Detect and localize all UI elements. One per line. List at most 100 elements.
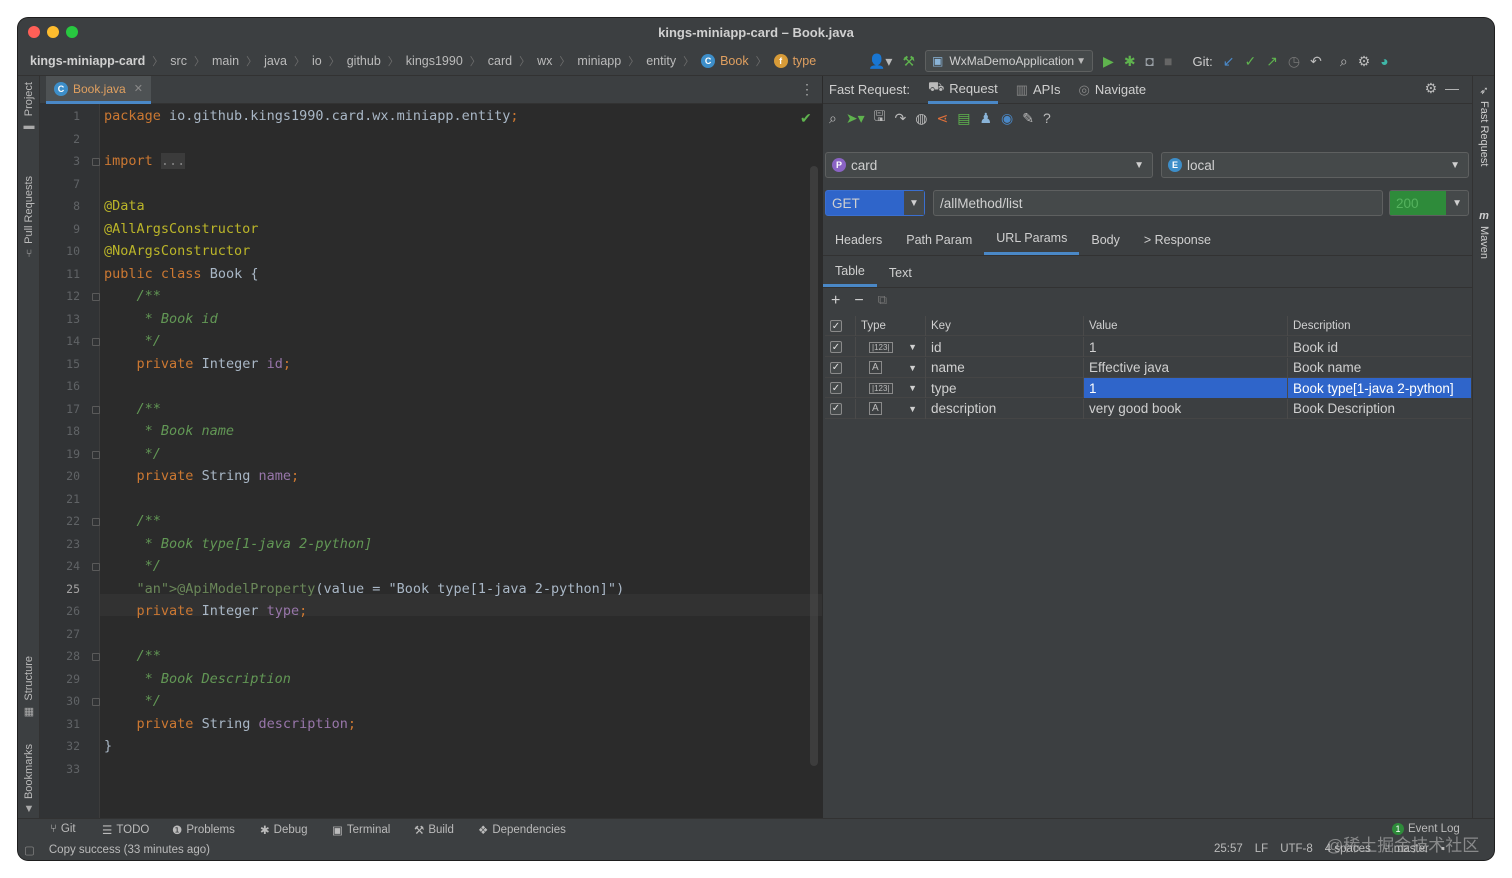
environment-icon[interactable]: ◉ [1001,110,1013,127]
stop-icon[interactable]: ■ [1164,53,1172,69]
panel-settings-gear-icon[interactable]: ⚙ — [1425,80,1459,97]
breadcrumb-item[interactable]: src [170,54,187,68]
bottom-tab-todo[interactable]: ☰ TODO [102,823,149,837]
code-line[interactable]: @Data [104,195,145,217]
select-all-checkbox[interactable]: ✓ [825,316,855,336]
bottom-tab-git[interactable]: ⑂ Git [50,823,76,835]
code-line[interactable]: * Book Description [104,668,291,690]
maven-tool-tab[interactable]: m Maven [1473,210,1494,259]
minimize-window-button[interactable] [47,26,59,38]
breadcrumb-item[interactable]: github [347,54,381,68]
fold-marker-icon[interactable] [92,293,100,301]
code-line[interactable]: */ [104,443,161,465]
breadcrumb-item[interactable]: entity [646,54,676,68]
share-icon[interactable]: ⋖ [937,110,949,127]
method-select[interactable]: GET ▼ [825,190,925,216]
table-row[interactable]: ✓ A ▼ description very good book Book Descrip… [825,398,1471,419]
type-select[interactable]: |123| ▼ [855,337,925,357]
type-select[interactable]: A ▼ [855,398,925,419]
search-icon[interactable]: ⌕ [1340,53,1348,70]
caret-position[interactable]: 25:57 [1214,843,1243,855]
git-commit-icon[interactable]: ✓ [1244,53,1256,70]
close-tab-icon[interactable]: ✕ [134,82,143,95]
column-header-value[interactable]: Value [1083,316,1287,336]
code-line[interactable]: */ [104,690,161,712]
tab-path-param[interactable]: Path Param [894,224,984,255]
git-rollback-icon[interactable]: ↶ [1310,53,1322,70]
bottom-tab-terminal[interactable]: ▣ Terminal [332,823,390,837]
breadcrumb-item[interactable]: main [212,54,239,68]
param-key[interactable]: id [925,337,1083,357]
breadcrumb-item[interactable]: kings1990 [406,54,463,68]
table-row[interactable]: ✓ |123| ▼ type 1 Book type[1-java 2-python] [825,378,1471,398]
param-value[interactable]: very good book [1083,398,1287,419]
code-line[interactable]: private Integer type; [104,600,308,622]
project-select[interactable]: P card ▼ [825,152,1153,178]
git-update-icon[interactable]: ↙ [1223,53,1235,70]
settings-gear-icon[interactable]: ⚙ [1358,53,1371,70]
fold-marker-icon[interactable] [92,698,100,706]
breadcrumb-project[interactable]: kings-miniapp-card [30,54,145,68]
wrench-icon[interactable]: ✎ [1022,110,1034,127]
send-request-icon[interactable]: ➤▾ [846,110,865,127]
column-header-key[interactable]: Key [925,316,1083,336]
tab-response[interactable]: > Response [1132,224,1223,255]
breadcrumb-item[interactable]: card [488,54,512,68]
copy-rows-icon[interactable]: ⧉ [878,292,887,310]
remove-row-icon[interactable]: − [854,292,863,310]
row-checkbox[interactable]: ✓ [825,378,855,398]
fold-marker-icon[interactable] [92,158,100,166]
file-encoding[interactable]: UTF-8 [1280,843,1313,855]
param-value[interactable]: Effective java [1083,357,1287,378]
tab-headers[interactable]: Headers [823,224,894,255]
plugin-logo-icon[interactable]: ◕ [1380,53,1388,69]
inspection-ok-icon[interactable]: ✔ [800,110,812,127]
code-line[interactable]: * Book type[1-java 2-python] [104,533,373,555]
breadcrumb-class[interactable]: Book [720,54,749,68]
param-value[interactable]: 1 [1083,337,1287,357]
row-checkbox[interactable]: ✓ [825,399,855,419]
param-value[interactable]: 1 [1083,378,1287,398]
code-line[interactable]: import ... [104,150,186,172]
code-line[interactable]: */ [104,330,161,352]
bottom-tab-debug[interactable]: ✱ Debug [260,823,308,837]
environment-select[interactable]: E local ▼ [1161,152,1469,178]
tab-url-params[interactable]: URL Params [984,224,1080,255]
close-window-button[interactable] [28,26,40,38]
fold-marker-icon[interactable] [92,563,100,571]
help-icon[interactable]: ? [1043,110,1051,126]
code-line[interactable]: "an">@ApiModelProperty(value = "Book typ… [104,578,625,600]
tab-navigate[interactable]: ◎ Navigate [1078,76,1146,104]
bottom-tab-build[interactable]: ⚒ Build [414,823,454,837]
debug-bug-icon[interactable]: ✱ [1124,53,1136,70]
pull-requests-tool-tab[interactable]: Pull Requests ⑂ [18,176,40,260]
type-select[interactable]: A ▼ [855,357,925,378]
coverage-icon[interactable]: ◘ [1146,53,1154,69]
code-line[interactable]: private Integer id; [104,353,292,375]
code-line[interactable]: package io.github.kings1990.card.wx.mini… [104,105,519,127]
fold-marker-icon[interactable] [92,518,100,526]
code-line[interactable]: public class Book { [104,263,258,285]
code-line[interactable]: private String name; [104,465,300,487]
param-description[interactable]: Book type[1-java 2-python] [1287,378,1471,398]
param-description[interactable]: Book id [1287,337,1471,357]
code-line[interactable]: * Book name [104,420,234,442]
fast-request-tool-tab[interactable]: ➶ Fast Request [1473,84,1494,166]
table-row[interactable]: ✓ A ▼ name Effective java Book name [825,357,1471,378]
structure-tool-tab[interactable]: Structure ▦ [18,656,40,718]
save-icon[interactable]: 🖫 [874,106,886,130]
breadcrumb-item[interactable]: wx [537,54,552,68]
run-config-select[interactable]: ▣ WxMaDemoApplication ▼ [925,50,1094,72]
code-line[interactable]: private String description; [104,713,357,735]
code-editor[interactable]: C Book.java ✕ ⋮ 1 2 3 7 8 9 10 11 12 13 14 15 16 17 18… [40,76,822,818]
breadcrumb-item[interactable]: java [264,54,287,68]
code-line[interactable]: @AllArgsConstructor [104,218,258,240]
param-description[interactable]: Book Description [1287,398,1471,419]
code-line[interactable]: /** [104,285,161,307]
code-line[interactable]: /** [104,510,161,532]
code-line[interactable]: @NoArgsConstructor [104,240,250,262]
search-icon[interactable]: ⌕ [829,110,837,127]
editor-scrollbar[interactable] [810,166,818,766]
table-row[interactable]: ✓ |123| ▼ id 1 Book id [825,337,1471,357]
docs-book-icon[interactable]: ▤ [957,110,970,127]
